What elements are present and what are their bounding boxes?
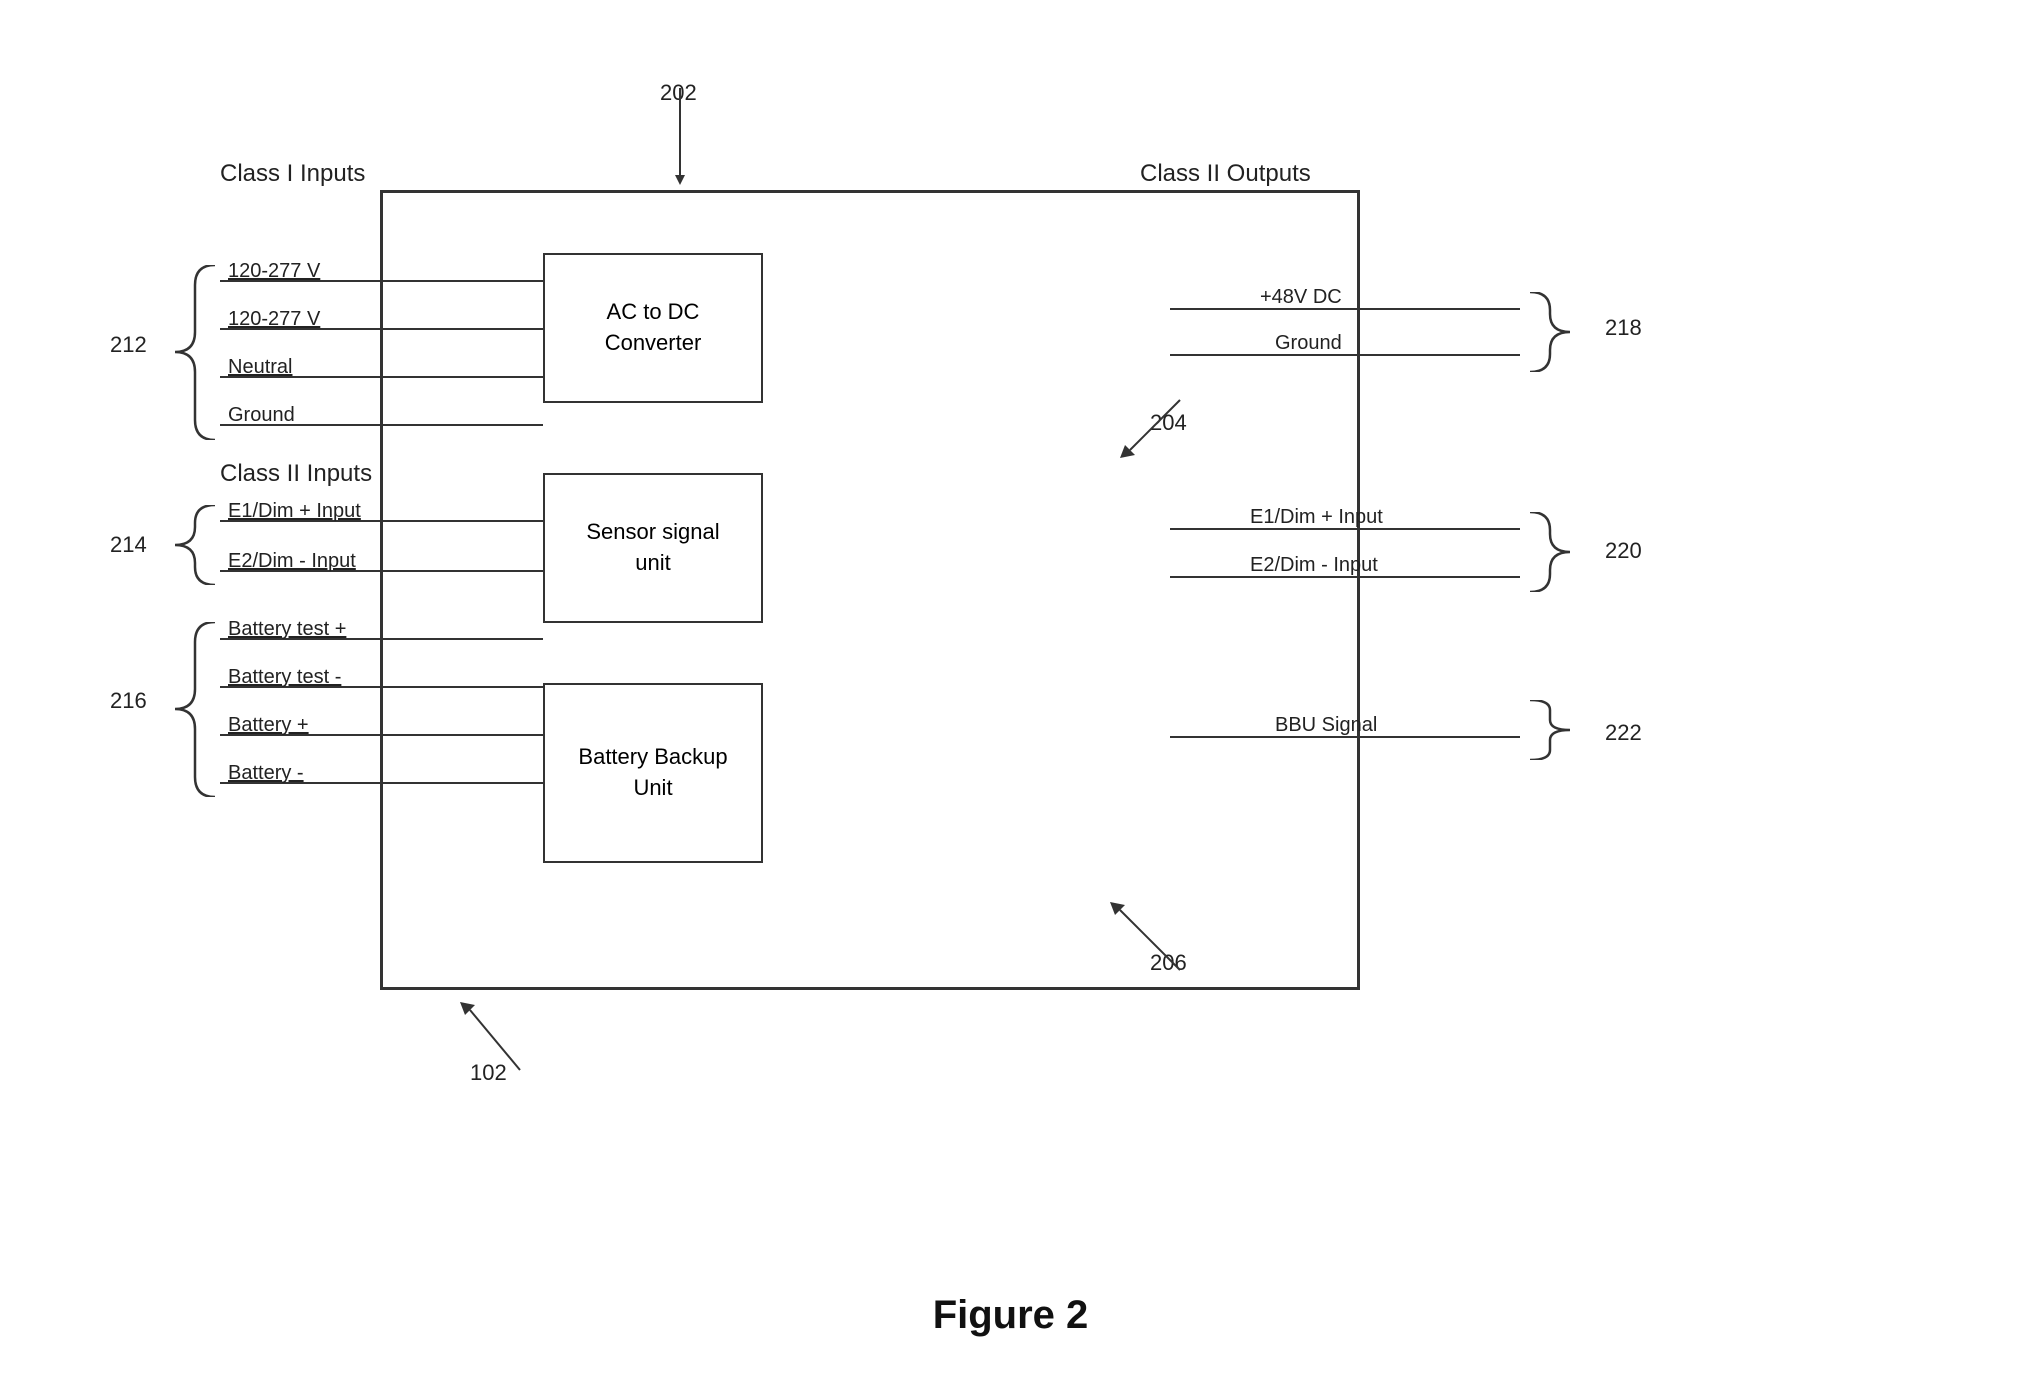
- input-label-9: Battery +: [228, 714, 309, 737]
- input-label-7: Battery test +: [228, 618, 346, 641]
- input-arrow-1: [380, 280, 543, 282]
- input-arrow-7: [380, 638, 543, 640]
- ref-214: 214: [110, 532, 147, 558]
- input-label-10: Battery -: [228, 762, 304, 785]
- output-label-1: +48V DC: [1260, 286, 1342, 309]
- ac-dc-label: AC to DCConverter: [605, 297, 702, 359]
- output-label-4: E2/Dim - Input: [1250, 554, 1378, 577]
- output-label-2: Ground: [1275, 332, 1342, 355]
- input-arrow-4: [380, 424, 543, 426]
- arrow-204: [1100, 390, 1220, 470]
- class-ii-inputs-label: Class II Inputs: [220, 460, 372, 488]
- output-line-3: [1360, 528, 1520, 530]
- class-i-inputs-label: Class I Inputs: [220, 160, 365, 188]
- sensor-signal-box: Sensor signalunit: [543, 473, 763, 623]
- arrow-202: [620, 80, 720, 200]
- output-arrow-4: [1170, 576, 1360, 578]
- input-arrow-9: [380, 734, 543, 736]
- arrow-102: [430, 980, 560, 1080]
- arrow-206: [1090, 880, 1220, 980]
- brace-218: [1520, 292, 1600, 372]
- input-label-5: E1/Dim + Input: [228, 500, 361, 523]
- input-label-4: Ground: [228, 404, 295, 427]
- input-arrow-8: [380, 686, 543, 688]
- diagram-container: 202 AC to DCConverter Sensor signalunit …: [80, 60, 1940, 1210]
- output-arrow-3: [1170, 528, 1360, 530]
- input-label-6: E2/Dim - Input: [228, 550, 356, 573]
- bbu-box: Battery BackupUnit: [543, 683, 763, 863]
- figure-caption: Figure 2: [933, 1293, 1089, 1338]
- ref-222: 222: [1605, 720, 1642, 746]
- output-arrow-1: [1170, 308, 1360, 310]
- output-label-5: BBU Signal: [1275, 714, 1377, 737]
- brace-214: [145, 505, 225, 585]
- ref-220: 220: [1605, 538, 1642, 564]
- brace-212: [145, 265, 225, 440]
- ac-dc-converter-box: AC to DCConverter: [543, 253, 763, 403]
- brace-220: [1520, 512, 1600, 592]
- input-label-3: Neutral: [228, 356, 292, 379]
- input-arrow-10: [380, 782, 543, 784]
- input-arrow-5: [380, 520, 543, 522]
- output-arrow-2: [1170, 354, 1360, 356]
- input-arrow-3: [380, 376, 543, 378]
- input-label-1: 120-277 V: [228, 260, 320, 283]
- input-arrow-2: [380, 328, 543, 330]
- class-ii-outputs-label: Class II Outputs: [1140, 160, 1311, 188]
- output-line-2: [1360, 354, 1520, 356]
- input-arrow-6: [380, 570, 543, 572]
- output-line-4: [1360, 576, 1520, 578]
- brace-216: [145, 622, 225, 797]
- output-line-1: [1360, 308, 1520, 310]
- input-label-2: 120-277 V: [228, 308, 320, 331]
- output-line-5: [1360, 736, 1520, 738]
- output-label-3: E1/Dim + Input: [1250, 506, 1383, 529]
- ref-216: 216: [110, 688, 147, 714]
- brace-222: [1520, 700, 1600, 760]
- input-label-8: Battery test -: [228, 666, 341, 689]
- sensor-label: Sensor signalunit: [586, 517, 719, 579]
- output-arrow-5: [1170, 736, 1360, 738]
- ref-218: 218: [1605, 315, 1642, 341]
- ref-212: 212: [110, 332, 147, 358]
- bbu-label: Battery BackupUnit: [578, 742, 727, 804]
- main-box: AC to DCConverter Sensor signalunit Batt…: [380, 190, 1360, 990]
